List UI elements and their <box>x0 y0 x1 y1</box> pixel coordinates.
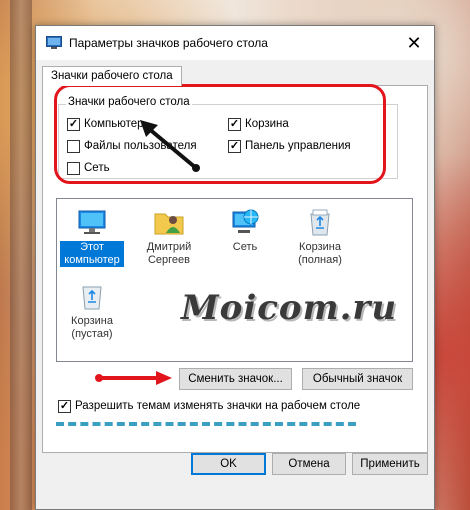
recycle-bin-full-icon <box>310 209 330 236</box>
default-icon-button[interactable]: Обычный значок <box>302 368 413 390</box>
watermark-logo: Moicom.ru <box>181 288 398 328</box>
desktop-icon-settings-dialog: Параметры значков рабочего стола ✕ Значк… <box>35 25 435 510</box>
computer-icon <box>78 210 106 234</box>
background-tree-trunk <box>10 0 32 510</box>
close-icon[interactable]: ✕ <box>400 30 428 56</box>
icon-item-recycle-bin-empty[interactable]: Корзина (пустая) <box>60 280 124 341</box>
annotation-red-arrow-icon <box>95 371 172 385</box>
checkbox-label-allow-themes: Разрешить темам изменять значки на рабоч… <box>75 400 361 412</box>
icon-item-network[interactable]: Сеть <box>213 206 277 254</box>
network-icon <box>232 209 259 233</box>
cancel-button[interactable]: Отмена <box>272 453 346 475</box>
icon-label: Корзина (пустая) <box>71 315 113 340</box>
icon-item-user-folder[interactable]: Дмитрий Сергеев <box>137 206 201 267</box>
tab-desktop-icons[interactable]: Значки рабочего стола <box>42 66 182 86</box>
recycle-bin-empty-icon <box>82 286 102 310</box>
window-title: Параметры значков рабочего стола <box>69 36 268 50</box>
icon-label: Сеть <box>232 241 258 253</box>
window-app-icon <box>46 36 62 49</box>
annotation-arrow-icon <box>140 120 200 172</box>
icon-label: Дмитрий Сергеев <box>146 241 192 266</box>
apply-button[interactable]: Применить <box>352 453 428 475</box>
ok-button[interactable]: OK <box>191 453 266 475</box>
icon-label: Корзина (полная) <box>298 241 342 266</box>
checkbox-allow-themes[interactable]: ✓ <box>58 400 71 413</box>
icon-item-recycle-bin-full[interactable]: Корзина (полная) <box>288 206 352 267</box>
icon-item-this-pc[interactable]: Этот компьютер <box>60 206 124 267</box>
change-icon-button[interactable]: Сменить значок... <box>179 368 292 390</box>
annotation-dashed-underline <box>56 422 356 426</box>
title-bar: Параметры значков рабочего стола ✕ <box>36 26 434 60</box>
user-folder-icon <box>154 213 184 235</box>
icon-label: Этот компьютер <box>60 241 124 267</box>
annotation-red-oval <box>54 84 386 184</box>
